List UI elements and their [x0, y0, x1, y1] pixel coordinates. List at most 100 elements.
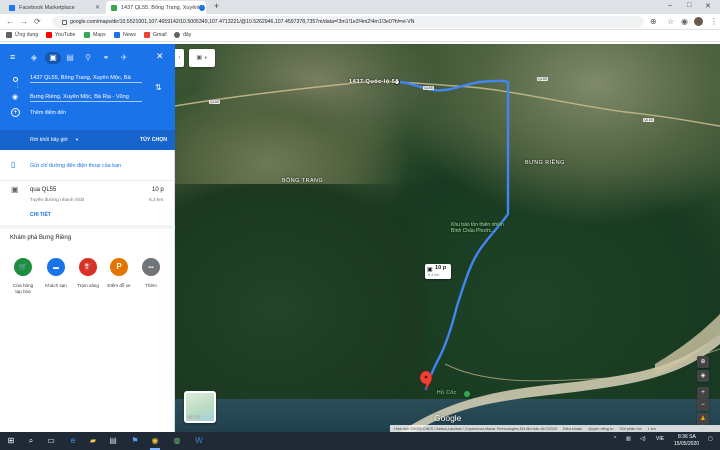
reload-icon[interactable]: ⟳: [34, 17, 41, 26]
satellite-map[interactable]: 1437 Quốc lộ 55 BÔNG TRANG BƯNG RIỀNG Kh…: [175, 44, 720, 432]
tab-facebook-marketplace[interactable]: Facebook Marketplace ✕: [4, 1, 104, 14]
bookmarks-bar: Ứng dụng YouTube Maps News Gmail đây: [0, 30, 720, 42]
word-app-icon[interactable]: W: [194, 436, 204, 446]
options-button[interactable]: TÙY CHỌN: [140, 137, 167, 143]
profile-avatar[interactable]: [694, 17, 703, 26]
gmail-icon: [144, 32, 150, 38]
add-destination-label[interactable]: Thêm điểm đến: [30, 110, 66, 116]
route-duration: 10 p: [152, 187, 164, 193]
edge-browser-icon[interactable]: e: [68, 436, 78, 446]
menu-icon[interactable]: ≡: [10, 52, 15, 62]
location-icon[interactable]: ⊕: [650, 17, 657, 26]
bookmark-news[interactable]: News: [114, 32, 136, 38]
task-view-icon[interactable]: ▭: [46, 436, 56, 446]
zoom-out-button[interactable]: −: [697, 399, 709, 411]
transit-mode-icon[interactable]: ▤: [64, 52, 76, 64]
my-location-button[interactable]: ⊕: [697, 356, 709, 368]
notification-icon[interactable]: ▢: [708, 436, 713, 442]
route-line[interactable]: [395, 79, 510, 391]
pegman-icon[interactable]: ♟: [697, 413, 709, 425]
tab-blank[interactable]: [196, 1, 210, 14]
address-bar[interactable]: google.com/maps/dir/10.5521001,107.46591…: [52, 16, 644, 28]
minimize-button[interactable]: –: [668, 2, 672, 9]
bike-mode-icon[interactable]: ⚭: [100, 52, 112, 64]
clock-time[interactable]: 8:36 SA: [678, 434, 696, 440]
star-icon[interactable]: ☆: [667, 17, 674, 26]
bookmark-apps[interactable]: Ứng dụng: [6, 32, 38, 38]
maps-app-icon[interactable]: ⚑: [130, 436, 140, 446]
bubble-distance: 6,3 km: [428, 273, 440, 277]
leave-now-dropdown[interactable]: Rời khỏi bây giờ: [30, 137, 68, 143]
explore-grocery-button[interactable]: 🛒: [14, 258, 32, 276]
scale-label[interactable]: 1 km: [648, 427, 656, 431]
generic-favicon-icon: [199, 4, 205, 11]
photos-app-icon[interactable]: ◍: [172, 436, 182, 446]
clock-date[interactable]: 15/05/2020: [674, 441, 699, 447]
privacy-link[interactable]: Quyền riêng tư: [588, 427, 613, 431]
language-indicator[interactable]: VIE: [656, 436, 664, 442]
reserve-label: Khu bảo tồn thiên nhiên Bình Châu Phước.…: [451, 222, 504, 234]
add-destination-icon[interactable]: +: [11, 108, 20, 117]
destination-pin-icon[interactable]: [419, 370, 433, 390]
route-details-link[interactable]: CHI TIẾT: [30, 212, 51, 218]
divider: [0, 225, 175, 229]
terms-link[interactable]: Điều khoản: [563, 427, 582, 431]
explore-gas-label: Trạm xăng: [77, 283, 99, 288]
send-to-phone-link[interactable]: Gửi chỉ đường đến điện thoại của bạn: [30, 163, 121, 169]
best-mode-icon[interactable]: ◈: [28, 52, 40, 64]
car-icon: ▣: [427, 267, 433, 273]
compass-button[interactable]: ◈: [697, 370, 709, 382]
youtube-icon: [46, 32, 52, 38]
url-text: google.com/maps/dir/10.5521001,107.46591…: [70, 19, 415, 25]
search-icon[interactable]: ⌕: [26, 436, 36, 446]
menu-kebab-icon[interactable]: ⋮: [710, 17, 718, 26]
extension-icon[interactable]: ◉: [681, 17, 688, 26]
car-mode-icon[interactable]: ▣: [45, 52, 61, 64]
bookmark-day[interactable]: đây: [174, 32, 191, 38]
forward-arrow-icon[interactable]: →: [20, 17, 28, 26]
destination-input[interactable]: Bưng Riềng, Xuyên Mộc, Bà Rịa - Vũng: [30, 94, 142, 102]
explore-parking-button[interactable]: P: [110, 258, 128, 276]
close-tab-icon[interactable]: ✕: [95, 4, 100, 11]
store-icon[interactable]: ▤: [108, 436, 118, 446]
bookmark-gmail[interactable]: Gmail: [144, 32, 167, 38]
explore-hotel-button[interactable]: ▬: [47, 258, 65, 276]
lock-icon: [62, 19, 67, 25]
explore-parking-label: Điểm đỗ xe: [107, 283, 131, 288]
phone-icon: ▯: [11, 160, 16, 169]
explore-grocery-label: Cửa hàng tạp hóa: [12, 283, 34, 294]
windows-taskbar: ⊞ ⌕ ▭ e ▰ ▤ ⚑ ◉ ◍ W ^ ▥ ◁) VIE 8:36 SA 1…: [0, 432, 720, 450]
route-duration-bubble[interactable]: ▣ 10 p 6,3 km: [425, 264, 451, 279]
windows-start-icon[interactable]: ⊞: [6, 436, 16, 446]
explore-gas-button[interactable]: ⛽: [79, 258, 97, 276]
zoom-in-button[interactable]: +: [697, 387, 709, 399]
volume-icon[interactable]: ◁): [640, 436, 646, 442]
bookmark-maps[interactable]: Maps: [84, 32, 106, 38]
collapse-panel-button[interactable]: ‹: [175, 49, 184, 67]
walk-mode-icon[interactable]: ⚲: [82, 52, 94, 64]
maps-favicon-icon: [111, 4, 117, 11]
map-layer-toggle[interactable]: Bản đồ: [184, 391, 216, 423]
poi-park-icon[interactable]: [464, 391, 470, 397]
tray-chevron-icon[interactable]: ^: [614, 436, 616, 442]
explore-more-button[interactable]: •••: [142, 258, 160, 276]
feedback-link[interactable]: Gửi phản hồi: [620, 427, 642, 431]
route-note: Tuyến đường nhanh nhất: [30, 198, 85, 203]
origin-input[interactable]: 1437 QL55, Bông Trang, Xuyên Mộc, Bà: [30, 75, 142, 83]
file-explorer-icon[interactable]: ▰: [88, 436, 98, 446]
street-view-dropdown[interactable]: ▣ ▼: [189, 49, 215, 67]
route-via[interactable]: qua QL55: [30, 187, 56, 193]
close-window-button[interactable]: ✕: [705, 2, 711, 10]
leave-now-chevron-icon[interactable]: ▼: [75, 137, 79, 142]
swap-icon[interactable]: ⇅: [155, 83, 162, 92]
new-tab-button[interactable]: +: [214, 1, 219, 11]
back-arrow-icon[interactable]: ←: [6, 17, 14, 26]
flight-mode-icon[interactable]: ✈: [118, 52, 130, 64]
close-directions-icon[interactable]: ✕: [156, 51, 164, 62]
network-icon[interactable]: ▥: [626, 436, 631, 442]
tab-google-maps[interactable]: 1437 QL55, Bông Trang, Xuyên M ✕: [106, 1, 206, 14]
chrome-icon[interactable]: ◉: [150, 436, 160, 450]
bookmark-youtube[interactable]: YouTube: [46, 32, 75, 38]
explore-more-label: Thêm: [145, 283, 157, 288]
maximize-button[interactable]: □: [687, 2, 691, 9]
